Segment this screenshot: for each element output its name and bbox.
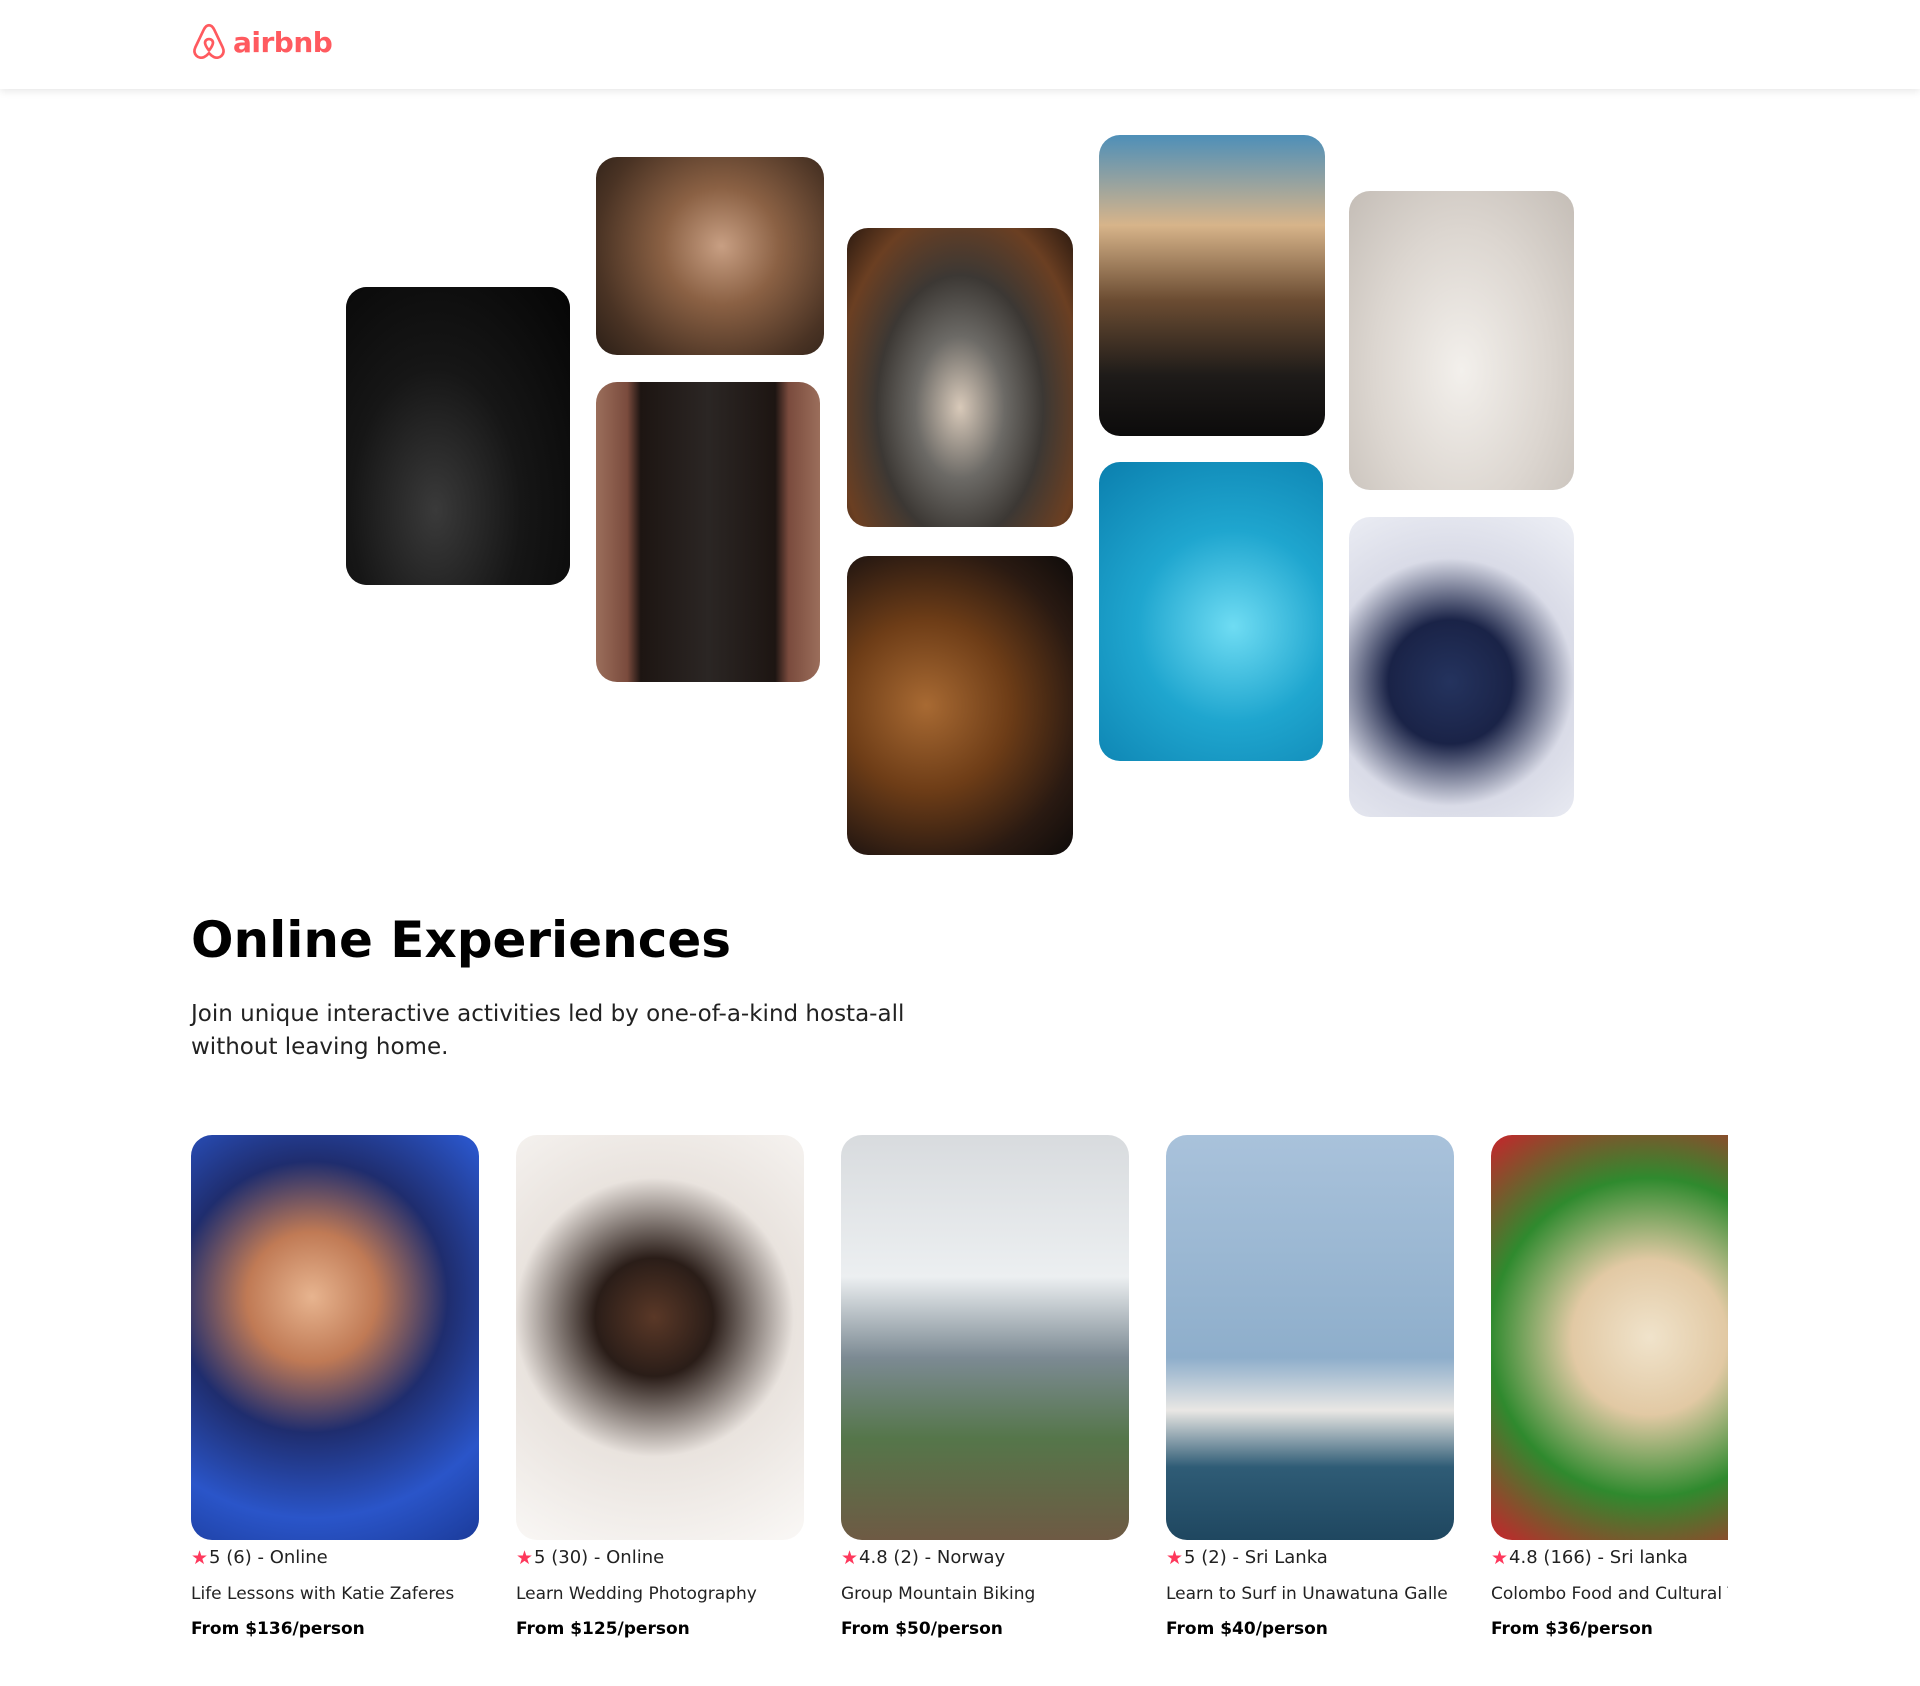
experience-card[interactable]: ★ 5 (6) - Online Life Lessons with Katie… [191, 1135, 479, 1641]
card-location: Sri Lanka [1244, 1547, 1328, 1568]
card-title: Learn to Surf in Unawatuna Galle [1166, 1584, 1448, 1604]
hero-image-cooking [346, 287, 570, 585]
rating-value: 4.8 [859, 1547, 888, 1568]
review-count: (30) [551, 1547, 589, 1568]
surfer-photo-icon [1166, 1135, 1454, 1540]
star-icon: ★ [1166, 1547, 1184, 1569]
card-rating: ★ 5 (2) - Sri Lanka [1166, 1547, 1328, 1569]
hero-image-dancer [596, 382, 820, 682]
star-icon: ★ [1491, 1547, 1509, 1569]
rating-value: 5 [209, 1547, 221, 1568]
card-location: Online [269, 1547, 328, 1568]
hero-image-bowl [847, 228, 1073, 527]
card-rating: ★ 5 (30) - Online [516, 1547, 665, 1569]
card-price: From $125/person [516, 1619, 690, 1639]
star-icon: ★ [191, 1547, 209, 1569]
card-photo [191, 1135, 479, 1540]
card-price: From $50/person [841, 1619, 1003, 1639]
card-price: From $36/person [1491, 1619, 1653, 1639]
spice-bowl-photo-icon [847, 228, 1073, 527]
mountain-biker-photo-icon [841, 1135, 1129, 1540]
card-location: Online [606, 1547, 665, 1568]
dancer-doorway-photo-icon [596, 382, 820, 682]
card-photo [1166, 1135, 1454, 1540]
card-rating: ★ 4.8 (166) - Sri lanka [1491, 1547, 1688, 1569]
acoustic-guitar-photo-icon [847, 556, 1073, 855]
card-photo [516, 1135, 804, 1540]
review-count: (6) [226, 1547, 252, 1568]
card-price: From $40/person [1166, 1619, 1328, 1639]
rating-value: 5 [534, 1547, 546, 1568]
wedding-couple-photo-icon [516, 1135, 804, 1540]
hero-image-yoga [1349, 191, 1574, 490]
card-photo [841, 1135, 1129, 1540]
review-count: (2) [893, 1547, 919, 1568]
hero-image-guitar [847, 556, 1073, 855]
triathlete-photo-icon [191, 1135, 479, 1540]
rating-value: 5 [1184, 1547, 1196, 1568]
rating-value: 4.8 [1509, 1547, 1538, 1568]
review-count: (2) [1201, 1547, 1227, 1568]
experience-cards: ★ 5 (6) - Online Life Lessons with Katie… [191, 1135, 1728, 1655]
yoga-woman-photo-icon [1349, 191, 1574, 490]
star-icon: ★ [516, 1547, 534, 1569]
page-subtitle: Join unique interactive activities led b… [191, 1001, 905, 1060]
card-title: Learn Wedding Photography [516, 1584, 757, 1604]
card-rating: ★ 4.8 (2) - Norway [841, 1547, 1006, 1569]
cooking-hands-photo-icon [346, 287, 570, 585]
airbnb-logo[interactable]: airbnb [191, 22, 333, 62]
hero-image-baker [596, 157, 824, 355]
hero-image-piano [1099, 135, 1325, 436]
experience-card[interactable]: ★ 4.8 (2) - Norway Group Mountain Biking… [841, 1135, 1129, 1641]
hero-image-singer [1349, 517, 1574, 817]
page-title: Online Experiences [191, 911, 732, 969]
card-price: From $136/person [191, 1619, 365, 1639]
card-title: Colombo Food and Cultural To [1491, 1584, 1728, 1604]
singer-microphone-photo-icon [1349, 517, 1574, 817]
baker-woman-photo-icon [596, 157, 824, 355]
card-title: Life Lessons with Katie Zaferes [191, 1584, 455, 1604]
card-title: Group Mountain Biking [841, 1584, 1036, 1604]
piano-microphone-photo-icon [1099, 135, 1325, 436]
card-location: Norway [936, 1547, 1006, 1568]
airbnb-belo-icon [193, 23, 225, 59]
experience-card[interactable]: ★ 5 (2) - Sri Lanka Learn to Surf in Una… [1166, 1135, 1454, 1641]
experience-card[interactable]: ★ 5 (30) - Online Learn Wedding Photogra… [516, 1135, 804, 1641]
hero-image-swimmer [1099, 462, 1323, 761]
card-location: Sri lanka [1609, 1547, 1688, 1568]
review-count: (166) [1543, 1547, 1592, 1568]
swimmer-pool-photo-icon [1099, 462, 1323, 761]
navbar: airbnb [0, 0, 1920, 89]
experience-card[interactable]: ★ 4.8 (166) - Sri lanka Colombo Food and… [1491, 1135, 1728, 1641]
card-rating: ★ 5 (6) - Online [191, 1547, 328, 1569]
experience-cards-row: ★ 5 (6) - Online Life Lessons with Katie… [191, 1135, 1728, 1641]
card-photo [1491, 1135, 1728, 1540]
star-icon: ★ [841, 1547, 859, 1569]
brand-name: airbnb [233, 25, 333, 59]
flatbread-photo-icon [1491, 1135, 1728, 1540]
